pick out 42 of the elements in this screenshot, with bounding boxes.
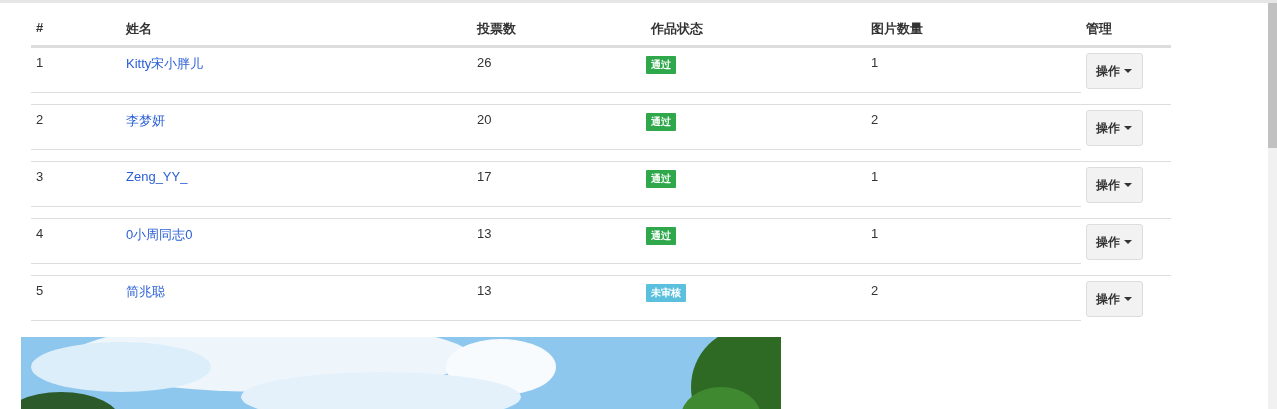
table-cell-text: 1 (870, 169, 879, 184)
caret-icon (1124, 69, 1132, 73)
table-cell-text: 1 (870, 226, 879, 241)
name-link[interactable]: 0小周同志0 (121, 226, 193, 244)
column-header: 图片数量 (870, 20, 923, 36)
table-cell-text: 1 (870, 55, 879, 70)
caret-icon (1124, 126, 1132, 130)
table-cell-text: 13 (476, 226, 492, 241)
action-dropdown-button[interactable]: 操作 (1086, 110, 1143, 146)
status-badge: 通过 (646, 170, 676, 188)
status-badge: 通过 (646, 56, 676, 74)
name-link[interactable]: 李梦妍 (121, 112, 165, 130)
table-cell-text: 3 (35, 169, 44, 184)
caret-icon (1124, 240, 1132, 244)
table-cell-text: 5 (35, 283, 44, 298)
column-header: 管理 (1085, 20, 1112, 36)
table-cell-text: 4 (35, 226, 44, 241)
action-dropdown-button[interactable]: 操作 (1086, 53, 1143, 89)
table-cell-text: 1 (35, 55, 44, 70)
status-badge: 未审核 (646, 284, 686, 302)
action-dropdown-button[interactable]: 操作 (1086, 281, 1143, 317)
action-dropdown-button[interactable]: 操作 (1086, 224, 1143, 260)
action-dropdown-button[interactable]: 操作 (1086, 167, 1143, 203)
caret-icon (1124, 183, 1132, 187)
scrollbar[interactable] (1268, 3, 1277, 409)
name-link[interactable]: 简兆聪 (121, 283, 165, 301)
table-cell-text: 13 (476, 283, 492, 298)
table-cell-text: 26 (476, 55, 492, 70)
status-badge: 通过 (646, 113, 676, 131)
table-cell-text: 2 (870, 283, 879, 298)
caret-icon (1124, 297, 1132, 301)
status-badge: 通过 (646, 227, 676, 245)
column-header: 作品状态 (649, 20, 703, 36)
column-header: 投票数 (475, 20, 516, 36)
table-cell-text: 17 (476, 169, 492, 184)
column-header: # (35, 20, 44, 36)
column-header: 姓名 (125, 20, 152, 36)
table-cell-text: 2 (35, 112, 44, 127)
name-link[interactable]: Kitty宋小胖儿 (121, 55, 204, 73)
name-link[interactable]: Zeng_YY_ (121, 169, 188, 184)
table-cell-text: 2 (870, 112, 879, 127)
table-cell-text: 20 (476, 112, 492, 127)
